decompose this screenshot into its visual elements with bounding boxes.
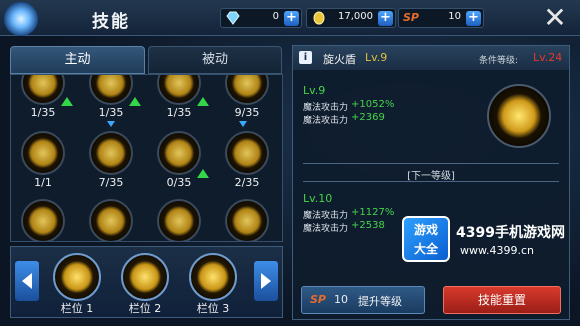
skill-name: 旋火盾 [323,53,356,66]
next-level-heading: Lv.10 [303,192,333,205]
divider [303,181,559,182]
add-sp-button[interactable]: + [466,11,481,26]
arrow-left-icon [22,273,32,289]
add-gold-button[interactable]: + [378,11,393,26]
tab-passive-skills[interactable]: 被动 [148,46,282,74]
slot-label: 栏位 3 [196,302,230,315]
skill-detail-panel: i 旋火盾 Lv.9 条件等级: Lv.24 Lv.9 魔法攻击力 +1052%… [292,45,570,320]
top-bar: 技能 0 + 17,000 + SP 10 + ✕ [0,0,580,36]
current-level-heading: Lv.9 [303,84,326,97]
upgrade-arrow-icon [197,97,209,106]
skill-level: 0/35 [166,176,192,189]
diamond-icon [226,11,240,25]
gold-coin-icon [313,11,325,25]
stat-label: 魔法攻击力 [303,211,349,221]
page-title: 技能 [92,12,130,32]
skill-icon[interactable] [89,75,133,105]
slot-label: 栏位 1 [60,302,94,315]
skill-level: 1/1 [34,176,52,189]
stat-value: +1127% [351,207,395,218]
arrow-right-icon [261,273,271,289]
divider [303,163,559,164]
watermark-logo: 游戏 大全 [402,216,450,262]
next-level-label: [下一等级] [407,171,455,182]
sp-icon: SP [310,293,326,306]
upgrade-arrow-icon [61,97,73,106]
skill-icon[interactable] [225,131,269,175]
required-level-value: Lv.24 [533,51,563,64]
skill-icon[interactable] [157,75,201,105]
skill-emblem-icon [4,2,38,36]
watermark-site: 4399手机游戏网 [456,225,565,241]
skill-level: 1/35 [166,106,192,119]
skill-icon[interactable] [21,131,65,175]
info-icon: i [299,51,312,64]
skill-icon[interactable] [225,199,269,241]
skill-level: 1/35 [30,106,56,119]
skill-current-level: Lv.9 [365,51,388,64]
sp-counter: SP 10 + [398,8,484,28]
stat-label: 魔法攻击力 [303,116,349,126]
upgrade-level-button[interactable]: SP 10 提升等级 [301,286,425,314]
skill-level: 2/35 [234,176,260,189]
skill-icon[interactable] [225,75,269,105]
upgrade-cost: 10 [334,293,348,306]
upgrade-label: 提升等级 [358,295,402,308]
skill-icon[interactable] [157,131,201,175]
skill-slot-2[interactable] [121,253,169,301]
upgrade-arrow-icon [129,97,141,106]
skill-level: 7/35 [98,176,124,189]
skill-level: 1/35 [98,106,124,119]
equipped-marker-icon [107,121,115,127]
skill-slot-1[interactable] [53,253,101,301]
stat-value: +2369 [351,112,385,123]
add-diamond-button[interactable]: + [284,11,299,26]
skill-level: 9/35 [234,106,260,119]
slot-label: 栏位 2 [128,302,162,315]
gold-counter: 17,000 + [306,8,396,28]
skill-slot-bar: 栏位 1 栏位 2 栏位 3 [10,246,283,318]
skill-screen: 技能 0 + 17,000 + SP 10 + ✕ 主动 被动 1/35 1/3 [0,0,580,326]
stat-label: 魔法攻击力 [303,224,349,234]
slot-prev-button[interactable] [15,261,39,301]
skill-icon[interactable] [89,131,133,175]
sp-icon: SP [403,11,419,24]
stat-label: 魔法攻击力 [303,103,349,113]
skill-icon[interactable] [21,75,65,105]
stat-value: +1052% [351,99,395,110]
close-button[interactable]: ✕ [541,4,569,33]
watermark: 游戏 大全 4399手机游戏网 www.4399.cn [396,214,580,266]
skill-icon[interactable] [157,199,201,241]
selected-skill-icon [487,84,551,148]
stat-value: +2538 [351,220,385,231]
skill-slot-3[interactable] [189,253,237,301]
skill-reset-button[interactable]: 技能重置 [443,286,561,314]
skill-grid[interactable]: 1/35 1/35 1/35 9/35 1/1 7/35 0/35 2/35 [10,74,283,242]
slot-next-button[interactable] [254,261,278,301]
equipped-marker-icon [239,121,247,127]
tab-active-skills[interactable]: 主动 [10,46,145,74]
skill-icon[interactable] [89,199,133,241]
required-level-label: 条件等级: [479,56,519,66]
watermark-url: www.4399.cn [460,244,534,257]
diamond-counter: 0 + [220,8,302,28]
skill-detail-header: i 旋火盾 Lv.9 条件等级: Lv.24 [293,46,569,70]
skill-icon[interactable] [21,199,65,241]
